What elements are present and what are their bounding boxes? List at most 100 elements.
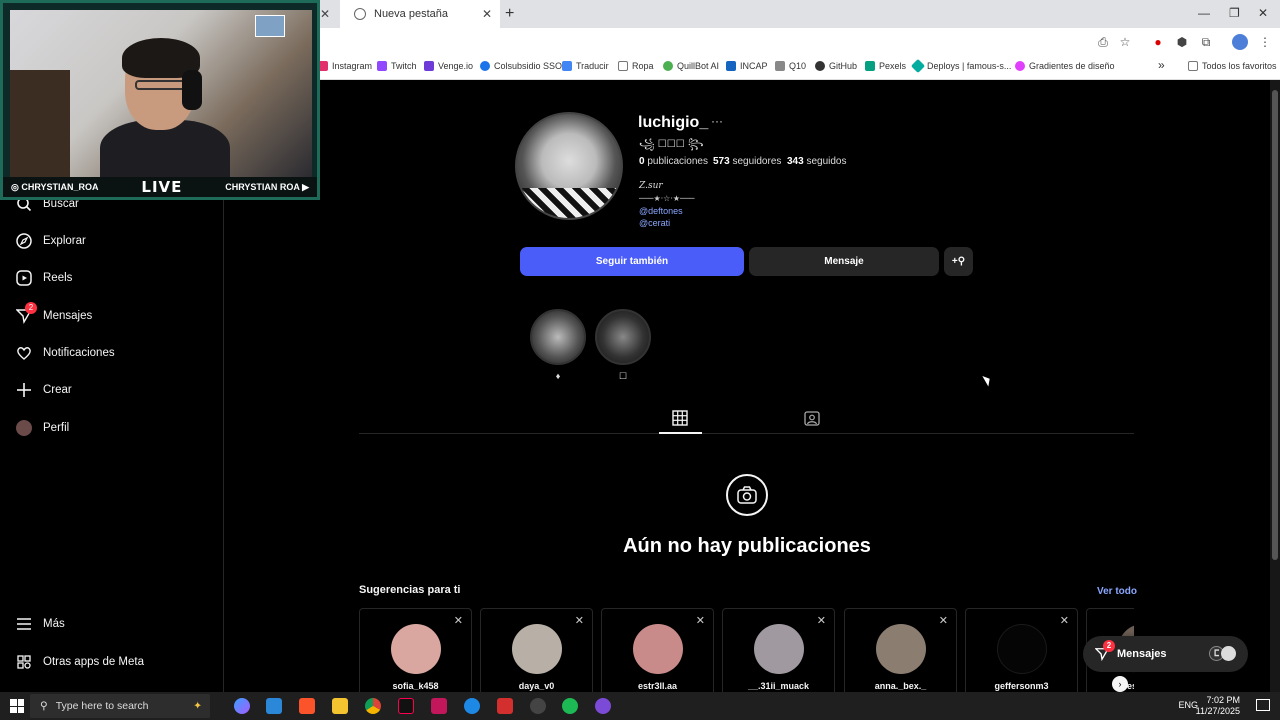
copilot-icon[interactable] (234, 698, 250, 714)
bookmark-item[interactable]: Colsubsidio SSO (480, 61, 562, 71)
sidebar-item-explorar[interactable]: Explorar (15, 229, 86, 253)
messenger-icon: 2 (15, 302, 37, 325)
browser-menu-icon[interactable]: ⋮ (1258, 35, 1272, 49)
all-favorites-folder[interactable]: Todos los favoritos (1188, 61, 1277, 71)
spotify-icon[interactable] (562, 698, 578, 714)
file-explorer-icon[interactable] (332, 698, 348, 714)
obs-icon[interactable] (530, 698, 546, 714)
suggestion-avatar[interactable] (633, 624, 683, 674)
browser-profile-avatar[interactable] (1232, 34, 1248, 50)
tab-new-tab[interactable]: Nueva pestaña ✕ (340, 0, 500, 28)
twitch-icon (377, 61, 387, 71)
dismiss-icon[interactable]: ✕ (817, 614, 826, 627)
incap-icon (726, 61, 736, 71)
suggestion-card[interactable]: ✕ estr3ll.aa (601, 608, 714, 692)
discord-icon[interactable] (595, 698, 611, 714)
sidebar-item-reels[interactable]: Reels (15, 266, 72, 290)
notification-center-icon[interactable] (1256, 699, 1270, 711)
windows-start-icon[interactable] (10, 699, 24, 713)
suggestion-card[interactable]: ✕ sofia_k458 (359, 608, 472, 692)
suggestion-username[interactable]: estr3ll.aa (602, 681, 713, 691)
bookmark-item[interactable]: Twitch (377, 61, 417, 71)
sidebar-item-crear[interactable]: Crear (15, 378, 72, 402)
streaming-app-icon[interactable] (497, 698, 513, 714)
scroll-right-icon[interactable]: › (1112, 676, 1128, 692)
bookmark-item[interactable]: Traducir (562, 61, 609, 71)
suggestion-username[interactable]: sofia_k458 (360, 681, 471, 691)
suggestion-avatar[interactable] (754, 624, 804, 674)
bookmark-star-icon[interactable]: ☆ (1118, 35, 1132, 49)
bio-mention-link[interactable]: @cerati (639, 218, 670, 228)
typing-app-icon[interactable] (431, 698, 447, 714)
window-close-icon[interactable]: ✕ (1258, 6, 1268, 20)
suggestion-username[interactable]: anna._bex._ (845, 681, 956, 691)
suggestion-avatar[interactable] (997, 624, 1047, 674)
see-all-link[interactable]: Ver todo (1097, 586, 1137, 597)
tab-close-icon[interactable]: ✕ (482, 7, 492, 21)
new-tab-button[interactable]: + (505, 5, 514, 23)
close-icon[interactable]: ✕ (320, 7, 330, 21)
suggestion-card[interactable]: ✕ daya_v0 (480, 608, 593, 692)
tab-posts[interactable] (672, 410, 688, 431)
profile-picture[interactable] (515, 112, 623, 220)
maximize-icon[interactable]: ❐ (1229, 6, 1240, 20)
suggestion-username[interactable]: __.31ii_muack (723, 681, 834, 691)
page-scrollbar-thumb[interactable] (1272, 90, 1278, 560)
tab-tagged[interactable] (804, 410, 820, 431)
system-clock[interactable]: 7:02 PM 11/27/2025 (1196, 695, 1240, 717)
suggest-people-button[interactable]: +⚲ (944, 247, 973, 276)
sidebar-item-mas[interactable]: Más (15, 612, 65, 636)
story-highlight[interactable] (530, 309, 586, 365)
tiktok-icon[interactable] (398, 698, 414, 714)
suggestion-username[interactable]: daya_v0 (481, 681, 592, 691)
bookmark-item[interactable]: QuillBot AI (663, 61, 719, 71)
install-app-icon[interactable]: ⎙ (1096, 35, 1110, 49)
bookmark-item[interactable]: Gradientes de diseño (1015, 61, 1115, 71)
dismiss-icon[interactable]: ✕ (696, 614, 705, 627)
bookmark-item[interactable]: Ropa (618, 61, 654, 71)
suggestion-card[interactable]: ✕ __.31ii_muack (722, 608, 835, 692)
app-icon[interactable] (464, 698, 480, 714)
store-icon[interactable] (266, 698, 282, 714)
chrome-icon[interactable] (365, 698, 381, 714)
stat-followers[interactable]: 573 seguidores (713, 156, 781, 167)
bookmark-item[interactable]: Q10 (775, 61, 806, 71)
bookmark-item[interactable]: Venge.io (424, 61, 473, 71)
suggestion-avatar[interactable] (876, 624, 926, 674)
story-highlight-label: ☐ (618, 371, 628, 381)
bookmark-item[interactable]: INCAP (726, 61, 768, 71)
bookmark-item[interactable]: Deploys | famous-s... (910, 58, 1011, 74)
floating-messages-button[interactable]: 2 Mensajes ⵎ (1083, 636, 1248, 672)
taskbar-search-input[interactable]: ⚲ Type here to search ✦ (30, 694, 210, 718)
suggestion-username[interactable]: geffersonm3 (966, 681, 1077, 691)
message-button[interactable]: Mensaje (749, 247, 939, 276)
minimize-icon[interactable]: — (1198, 6, 1210, 20)
suggestion-avatar[interactable] (512, 624, 562, 674)
bookmark-item[interactable]: Instagram (318, 61, 372, 71)
suggestion-card[interactable]: ✕ geffersonm3 (965, 608, 1078, 692)
bookmarks-overflow-button[interactable]: » (1158, 58, 1165, 72)
shield-extension-icon[interactable]: ⬢ (1175, 35, 1189, 49)
sidebar-item-notificaciones[interactable]: Notificaciones (15, 341, 115, 365)
dismiss-icon[interactable]: ✕ (1060, 614, 1069, 627)
suggestion-card[interactable]: ✕ anna._bex._ (844, 608, 957, 692)
sidebar-item-mensajes[interactable]: 2 Mensajes (15, 302, 92, 328)
brave-icon[interactable] (299, 698, 315, 714)
bio-mention-link[interactable]: @deftones (639, 206, 683, 216)
follow-back-button[interactable]: Seguir también (520, 247, 744, 276)
tab-close-previous[interactable]: ✕ (320, 0, 338, 28)
story-highlight[interactable] (595, 309, 651, 365)
extensions-icon[interactable]: ⧉ (1199, 35, 1213, 49)
bookmark-item[interactable]: Pexels (865, 61, 906, 71)
opera-extension-icon[interactable]: ● (1151, 35, 1165, 49)
dismiss-icon[interactable]: ✕ (939, 614, 948, 627)
bookmark-item[interactable]: GitHub (815, 61, 857, 71)
profile-options-button[interactable]: ··· (711, 114, 723, 128)
sidebar-item-perfil[interactable]: Perfil (15, 416, 69, 440)
stat-following[interactable]: 343 seguidos (787, 156, 847, 167)
dismiss-icon[interactable]: ✕ (575, 614, 584, 627)
dismiss-icon[interactable]: ✕ (454, 614, 463, 627)
webcam-overlay: ◎ CHRYSTIAN_ROA LIVE CHRYSTIAN ROA ▶ (0, 0, 320, 200)
suggestion-avatar[interactable] (391, 624, 441, 674)
sidebar-item-meta-apps[interactable]: Otras apps de Meta (15, 650, 144, 674)
